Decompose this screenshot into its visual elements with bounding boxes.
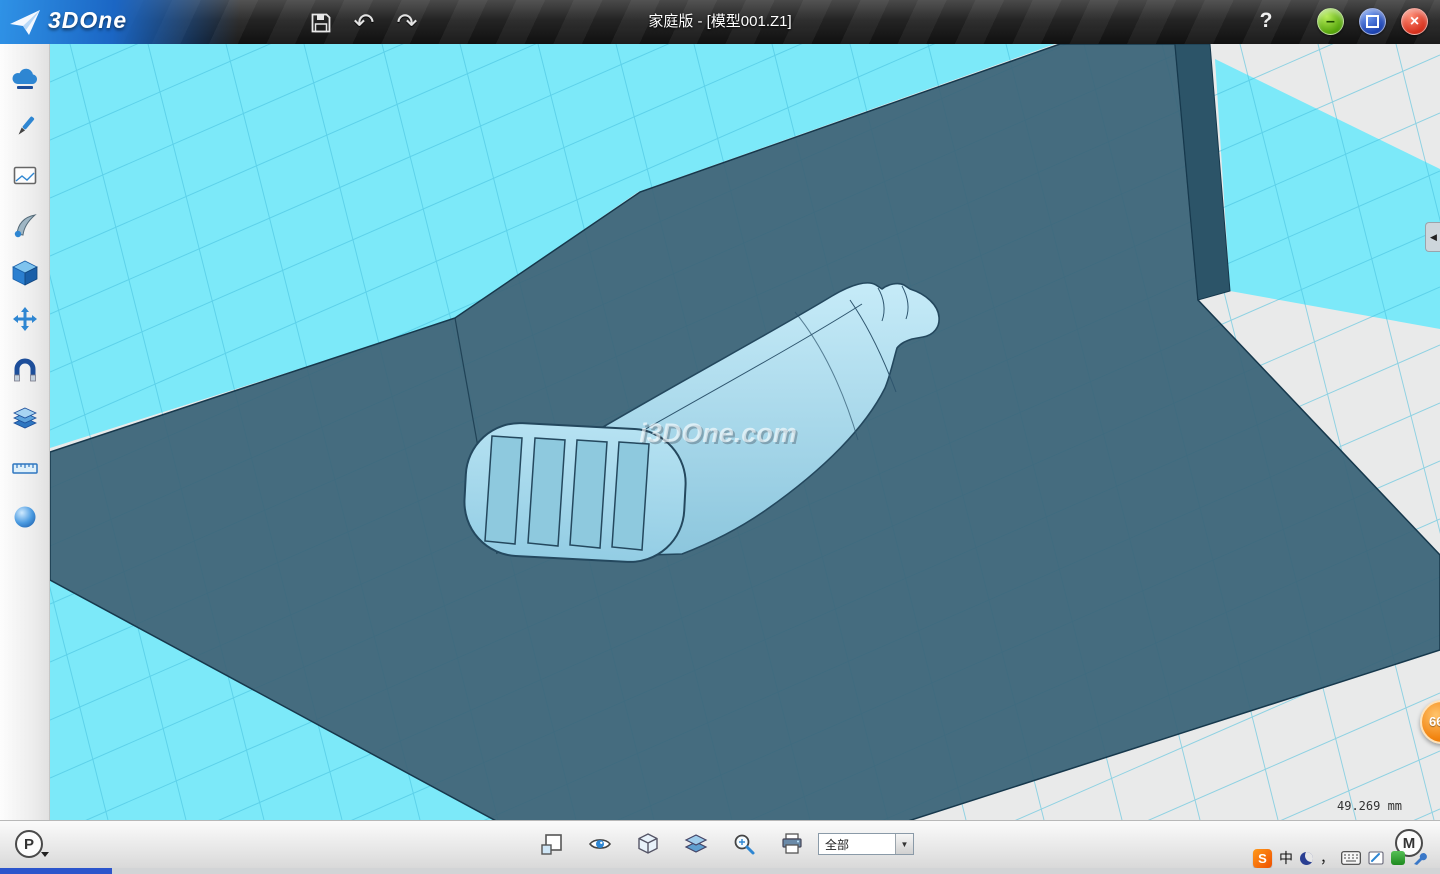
app-logo-icon: [8, 6, 42, 38]
primitive-cube-button[interactable]: [8, 256, 42, 290]
sketch-button[interactable]: [8, 159, 42, 193]
sphere-icon: [10, 502, 40, 532]
restore-icon: [1366, 15, 1379, 28]
close-icon: ×: [1410, 13, 1419, 31]
magnet-button[interactable]: [8, 353, 42, 387]
ime-chinese-mode-icon[interactable]: 中: [1279, 851, 1293, 865]
ime-punctuation-icon[interactable]: ，: [1320, 851, 1334, 865]
sphere-button[interactable]: [8, 500, 42, 534]
layers-icon: [683, 831, 709, 857]
trim-blade-button[interactable]: [8, 208, 42, 242]
viewport-3d[interactable]: i3DOne.com i3DOne.com 49.269 mm ◀ 66: [50, 44, 1440, 820]
assembly-stack-button[interactable]: [8, 402, 42, 436]
dimension-label: 49.269 mm: [1337, 799, 1402, 813]
bottle-slot-2: [528, 438, 565, 546]
redo-icon: ↷: [397, 11, 418, 36]
ime-green-icon[interactable]: [1391, 851, 1405, 865]
undo-icon: ↶: [354, 11, 375, 36]
watermark: i3DOne.com: [639, 418, 797, 448]
bottom-strip: [0, 868, 1440, 874]
titlebar: 3DOne ↶ ↷ 家庭版 - [模型001.Z1] ? – ×: [0, 0, 1440, 44]
sogou-icon[interactable]: S: [1253, 849, 1272, 868]
brush-icon: [10, 112, 40, 142]
help-button[interactable]: ?: [1252, 6, 1280, 36]
wireframe-cube-icon: [635, 831, 661, 857]
zoom-button[interactable]: [731, 831, 757, 857]
app-name: 3DOne: [48, 7, 127, 34]
scene-3d: i3DOne.com i3DOne.com 49.269 mm: [50, 44, 1440, 820]
plane-view-icon: [539, 831, 565, 857]
system-tray: S 中 ，: [1253, 848, 1428, 868]
magnet-icon: [10, 355, 40, 385]
layers-button[interactable]: [683, 831, 709, 857]
plane-p-dropdown-caret[interactable]: [41, 852, 49, 857]
ime-moon-icon[interactable]: [1300, 852, 1313, 865]
view-filter-value: 全部: [819, 836, 895, 853]
minimize-icon: –: [1326, 13, 1335, 31]
save-button[interactable]: [306, 8, 336, 38]
material-cloud-button[interactable]: [8, 61, 42, 95]
ime-wrench-icon[interactable]: [1412, 850, 1428, 866]
display-mode-button[interactable]: [635, 831, 661, 857]
bottle-slot-1: [485, 436, 522, 544]
close-button[interactable]: ×: [1401, 8, 1428, 35]
view-filter-select[interactable]: 全部 ▼: [818, 833, 914, 855]
visibility-eye-icon: [587, 831, 613, 857]
plane-p-button[interactable]: P: [15, 830, 43, 858]
notification-badge-count: 66: [1429, 714, 1440, 729]
undo-button[interactable]: ↶: [349, 8, 379, 38]
save-icon: [309, 11, 333, 35]
print-button[interactable]: [779, 831, 805, 857]
brush-button[interactable]: [8, 110, 42, 144]
ime-keyboard-icon[interactable]: [1341, 851, 1361, 865]
bottle-slot-4: [612, 442, 649, 550]
primitive-cube-icon: [10, 258, 40, 288]
zoom-icon: [731, 831, 757, 857]
redo-button[interactable]: ↷: [392, 8, 422, 38]
logo-area: 3DOne: [0, 0, 270, 44]
measure-ruler-button[interactable]: [8, 451, 42, 485]
plane-p-label: P: [24, 836, 34, 853]
print-icon: [779, 831, 805, 857]
panel-collapse-arrow[interactable]: ◀: [1425, 222, 1440, 252]
trim-blade-icon: [10, 210, 40, 240]
left-toolbar: [0, 44, 50, 820]
minimize-button[interactable]: –: [1317, 8, 1344, 35]
bottle-slot-3: [570, 440, 607, 548]
plane-view-button[interactable]: [539, 831, 565, 857]
material-cloud-icon: [10, 63, 40, 93]
visibility-button[interactable]: [587, 831, 613, 857]
ime-board-icon[interactable]: [1368, 850, 1384, 866]
move-button[interactable]: [8, 304, 42, 338]
measure-ruler-icon: [10, 453, 40, 483]
view-filter-dropdown-arrow[interactable]: ▼: [895, 834, 913, 854]
assembly-stack-icon: [10, 404, 40, 434]
sketch-icon: [10, 161, 40, 191]
bottom-bar: P: [0, 820, 1440, 868]
taskbar-fragment: [0, 868, 112, 874]
restore-button[interactable]: [1359, 8, 1386, 35]
move-icon: [10, 306, 40, 336]
